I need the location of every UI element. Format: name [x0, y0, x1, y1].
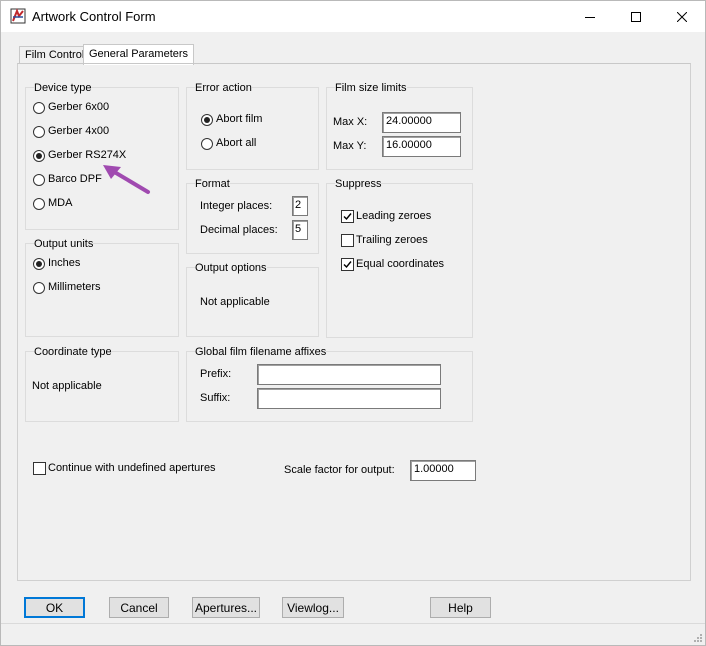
- artwork-control-form-window: Artwork Control Form Film Control Genera…: [0, 0, 706, 646]
- prefix-input[interactable]: [257, 364, 441, 385]
- radio-label-millimeters: Millimeters: [48, 281, 101, 293]
- minimize-icon: [585, 16, 595, 18]
- format-group: Format: [186, 178, 319, 254]
- max-x-label: Max X:: [333, 116, 368, 128]
- radio-label-gerber-4x00: Gerber 4x00: [48, 125, 110, 137]
- coordinate-type-title: Coordinate type: [34, 346, 112, 358]
- app-icon: [10, 8, 26, 24]
- radio-mda[interactable]: [33, 198, 45, 210]
- scale-factor-input[interactable]: 1.00000: [410, 460, 476, 481]
- checkbox-continue-undefined-apertures[interactable]: [33, 462, 46, 475]
- cancel-button[interactable]: Cancel: [109, 597, 169, 618]
- checkbox-label-equal-coordinates: Equal coordinates: [356, 258, 445, 270]
- scale-factor-label: Scale factor for output:: [284, 464, 395, 476]
- error-action-title: Error action: [195, 82, 252, 94]
- integer-places-label: Integer places:: [200, 200, 273, 212]
- title-bar[interactable]: Artwork Control Form: [1, 1, 705, 32]
- checkmark-icon: [343, 213, 352, 221]
- output-options-title: Output options: [195, 262, 267, 274]
- radio-abort-film[interactable]: [201, 114, 213, 126]
- close-button[interactable]: [659, 1, 705, 32]
- max-y-label: Max Y:: [333, 140, 367, 152]
- checkmark-icon: [343, 261, 352, 269]
- max-y-input[interactable]: 16.00000: [382, 136, 461, 157]
- filename-affixes-title: Global film filename affixes: [195, 346, 327, 358]
- max-x-input[interactable]: 24.00000: [382, 112, 461, 133]
- radio-millimeters[interactable]: [33, 282, 45, 294]
- minimize-button[interactable]: [567, 1, 613, 32]
- checkbox-equal-coordinates[interactable]: [341, 258, 354, 271]
- radio-label-mda: MDA: [48, 197, 73, 209]
- filename-affixes-group: Global film filename affixes: [186, 346, 473, 422]
- radio-label-inches: Inches: [48, 257, 81, 269]
- checkbox-leading-zeroes[interactable]: [341, 210, 354, 223]
- radio-label-gerber-rs274x: Gerber RS274X: [48, 149, 127, 161]
- status-separator: [1, 623, 705, 624]
- tab-general-parameters[interactable]: General Parameters: [83, 44, 195, 65]
- checkbox-label-trailing-zeroes: Trailing zeroes: [356, 234, 428, 246]
- device-type-title: Device type: [34, 82, 92, 94]
- apertures-button[interactable]: Apertures...: [192, 597, 260, 618]
- maximize-icon: [631, 11, 641, 22]
- radio-label-abort-all: Abort all: [216, 137, 257, 149]
- radio-label-gerber-6x00: Gerber 6x00: [48, 101, 110, 113]
- resize-grip-icon[interactable]: [692, 632, 702, 642]
- radio-gerber-4x00[interactable]: [33, 126, 45, 138]
- help-button[interactable]: Help: [430, 597, 491, 618]
- maximize-button[interactable]: [613, 1, 659, 32]
- annotation-arrow-icon: [103, 165, 150, 194]
- window-title: Artwork Control Form: [32, 9, 156, 24]
- radio-inches[interactable]: [33, 258, 45, 270]
- format-title: Format: [195, 178, 230, 190]
- radio-gerber-6x00[interactable]: [33, 102, 45, 114]
- suffix-input[interactable]: [257, 388, 441, 409]
- film-size-limits-title: Film size limits: [335, 82, 407, 94]
- viewlog-button[interactable]: Viewlog...: [282, 597, 344, 618]
- radio-barco-dpf[interactable]: [33, 174, 45, 186]
- suppress-title: Suppress: [335, 178, 382, 190]
- checkbox-trailing-zeroes[interactable]: [341, 234, 354, 247]
- radio-gerber-rs274x[interactable]: [33, 150, 45, 162]
- prefix-label: Prefix:: [200, 368, 232, 380]
- tab-film-control[interactable]: Film Control: [19, 46, 91, 63]
- output-units-title: Output units: [34, 238, 94, 250]
- suffix-label: Suffix:: [200, 392, 231, 404]
- radio-abort-all[interactable]: [201, 138, 213, 150]
- coordinate-type-value: Not applicable: [32, 380, 102, 392]
- radio-label-abort-film: Abort film: [216, 113, 263, 125]
- radio-label-barco-dpf: Barco DPF: [48, 173, 102, 185]
- error-action-group: Error action: [186, 82, 319, 170]
- checkbox-label-continue-undefined-apertures: Continue with undefined apertures: [48, 462, 216, 474]
- close-icon: [677, 11, 687, 22]
- decimal-places-label: Decimal places:: [200, 224, 278, 236]
- ok-button[interactable]: OK: [24, 597, 85, 618]
- decimal-places-input[interactable]: 5: [292, 220, 308, 240]
- integer-places-input[interactable]: 2: [292, 196, 308, 216]
- output-options-value: Not applicable: [200, 296, 270, 308]
- checkbox-label-leading-zeroes: Leading zeroes: [356, 210, 432, 222]
